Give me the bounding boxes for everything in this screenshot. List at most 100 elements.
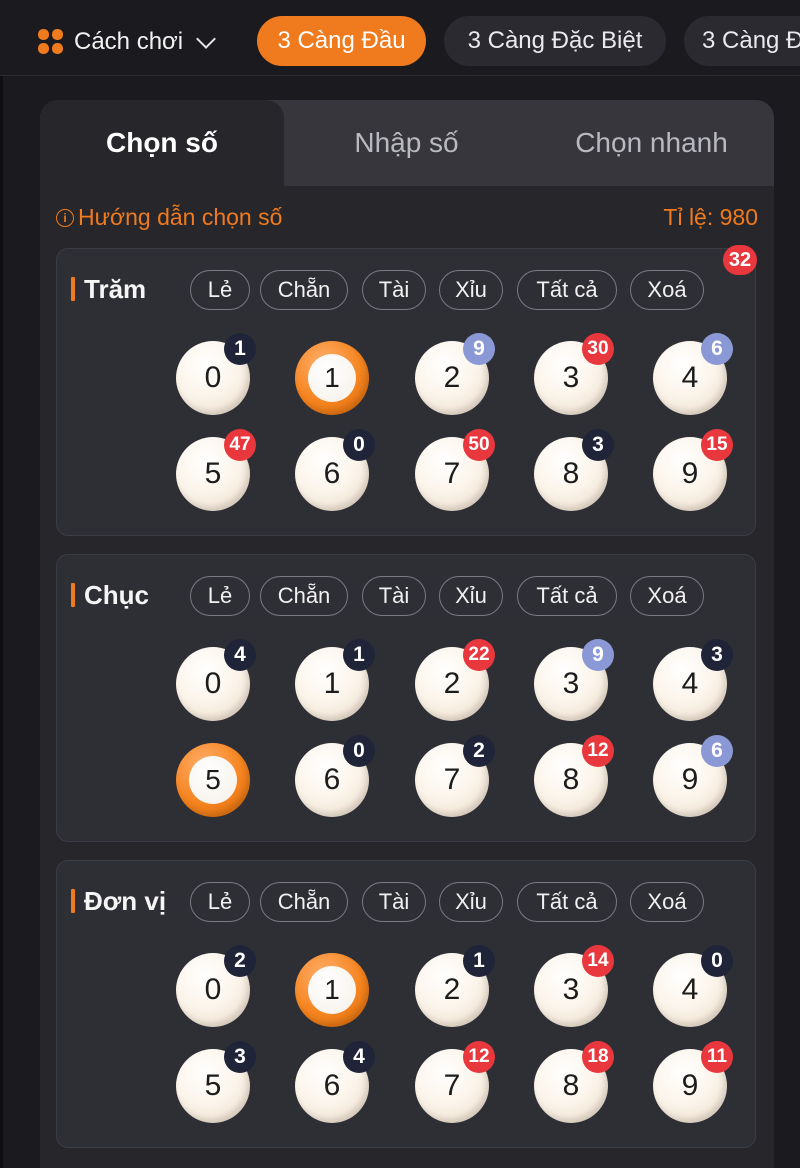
number-ball[interactable]: 5 47 bbox=[176, 429, 256, 511]
number-ball[interactable]: 43 bbox=[653, 639, 733, 721]
ball-number: 1 bbox=[323, 667, 341, 700]
section-title: Trăm bbox=[71, 274, 146, 304]
filter-button[interactable]: Lẻ bbox=[190, 270, 250, 310]
ball-count-badge: 50 bbox=[463, 429, 495, 461]
filter-button[interactable]: Xoá bbox=[630, 270, 704, 310]
filter-button[interactable]: Tất cả bbox=[517, 270, 617, 310]
number-ball[interactable]: 46 bbox=[653, 333, 733, 415]
ball-count-badge: 6 bbox=[701, 735, 733, 767]
how-to-play-label: Cách chơi bbox=[74, 28, 184, 55]
ball-number: 6 bbox=[323, 457, 341, 490]
game-tab-3-cang-dau[interactable]: 3 Càng Đầu bbox=[257, 16, 426, 66]
rate-value: 980 bbox=[719, 204, 758, 230]
ball-count-badge: 11 bbox=[701, 1041, 733, 1073]
filter-button[interactable]: Tất cả bbox=[517, 882, 617, 922]
filter-button[interactable]: Xoá bbox=[630, 882, 704, 922]
number-ball[interactable]: 60 bbox=[295, 429, 375, 511]
number-ball[interactable]: 7 12 bbox=[415, 1041, 495, 1123]
ball-number: 3 bbox=[562, 667, 580, 700]
number-ball[interactable]: 1 bbox=[295, 953, 369, 1027]
game-tab-3-cang-next[interactable]: 3 Càng Đ bbox=[684, 16, 800, 66]
section-title: Chục bbox=[71, 580, 149, 610]
ball-number: 3 bbox=[562, 973, 580, 1006]
number-ball[interactable]: 21 bbox=[415, 945, 495, 1027]
tab-nhap-so[interactable]: Nhập số bbox=[284, 100, 529, 186]
number-guide-link[interactable]: i Hướng dẫn chọn số bbox=[56, 204, 282, 231]
filter-button[interactable]: Chẵn bbox=[260, 270, 348, 310]
number-ball[interactable]: 64 bbox=[295, 1041, 375, 1123]
filter-button[interactable]: Chẵn bbox=[260, 882, 348, 922]
ball-count-badge: 9 bbox=[463, 333, 495, 365]
number-ball[interactable]: 3 14 bbox=[534, 945, 614, 1027]
ball-count-badge: 0 bbox=[343, 735, 375, 767]
game-tab-3-cang-dac-biet[interactable]: 3 Càng Đặc Biệt bbox=[444, 16, 666, 66]
ball-number: 5 bbox=[189, 756, 237, 804]
number-ball[interactable]: 40 bbox=[653, 945, 733, 1027]
number-ball[interactable]: 29 bbox=[415, 333, 495, 415]
ball-number: 5 bbox=[204, 1069, 222, 1102]
ball-number: 6 bbox=[323, 1069, 341, 1102]
number-ball[interactable]: 7 50 bbox=[415, 429, 495, 511]
ball-number: 4 bbox=[681, 361, 699, 394]
number-ball[interactable]: 60 bbox=[295, 735, 375, 817]
ball-count-badge: 1 bbox=[463, 945, 495, 977]
ball-number: 2 bbox=[443, 973, 461, 1006]
number-ball[interactable]: 8 18 bbox=[534, 1041, 614, 1123]
number-ball[interactable]: 9 11 bbox=[653, 1041, 733, 1123]
tab-chon-so[interactable]: Chọn số bbox=[40, 100, 284, 186]
filter-button[interactable]: Lẻ bbox=[190, 576, 250, 616]
filter-button[interactable]: Xoá bbox=[630, 576, 704, 616]
number-ball[interactable]: 04 bbox=[176, 639, 256, 721]
ball-number: 1 bbox=[308, 966, 356, 1014]
filter-button[interactable]: Tài bbox=[362, 270, 426, 310]
ball-count-badge: 0 bbox=[343, 429, 375, 461]
ball-number: 7 bbox=[443, 763, 461, 796]
ball-number: 4 bbox=[681, 973, 699, 1006]
number-ball[interactable]: 01 bbox=[176, 333, 256, 415]
number-ball[interactable]: 72 bbox=[415, 735, 495, 817]
number-ball[interactable]: 3 30 bbox=[534, 333, 614, 415]
number-ball[interactable]: 5 bbox=[176, 743, 250, 817]
ball-number: 8 bbox=[562, 763, 580, 796]
number-ball[interactable]: 9 15 bbox=[653, 429, 733, 511]
chevron-down-icon bbox=[196, 29, 217, 49]
ball-number: 9 bbox=[681, 763, 699, 796]
number-ball[interactable]: 8 12 bbox=[534, 735, 614, 817]
ball-count-badge: 6 bbox=[701, 333, 733, 365]
section-tram: Trăm Lẻ Chẵn Tài Xỉu Tất cả Xoá 32 0 1 1 2 9 3 30 4 6 5 47… bbox=[56, 245, 757, 536]
filter-button[interactable]: Chẵn bbox=[260, 576, 348, 616]
number-ball[interactable]: 96 bbox=[653, 735, 733, 817]
filter-button[interactable]: Tất cả bbox=[517, 576, 617, 616]
filter-button[interactable]: Tài bbox=[362, 882, 426, 922]
number-ball[interactable]: 39 bbox=[534, 639, 614, 721]
ball-count-badge: 1 bbox=[343, 639, 375, 671]
section-chuc: Chục Lẻ Chẵn Tài Xỉu Tất cả Xoá 0 4 1 1 2 22 3 9 4 3 5 6 0 7… bbox=[56, 554, 756, 842]
bet-panel: Chọn số Nhập số Chọn nhanh i Hướng dẫn c… bbox=[40, 100, 774, 1168]
guide-label: Hướng dẫn chọn số bbox=[78, 204, 283, 230]
number-ball[interactable]: 83 bbox=[534, 429, 614, 511]
filter-button[interactable]: Lẻ bbox=[190, 882, 250, 922]
ball-number: 6 bbox=[323, 763, 341, 796]
ball-number: 7 bbox=[443, 457, 461, 490]
ball-number: 2 bbox=[443, 361, 461, 394]
number-ball[interactable]: 53 bbox=[176, 1041, 256, 1123]
ball-count-badge: 12 bbox=[463, 1041, 495, 1073]
number-ball[interactable]: 11 bbox=[295, 639, 375, 721]
filter-button[interactable]: Xỉu bbox=[439, 882, 503, 922]
number-ball[interactable]: 1 bbox=[295, 341, 369, 415]
ball-number: 7 bbox=[443, 1069, 461, 1102]
filter-button[interactable]: Xỉu bbox=[439, 270, 503, 310]
ball-count-badge: 30 bbox=[582, 333, 614, 365]
selection-count-badge: 32 bbox=[723, 245, 757, 275]
ball-number: 0 bbox=[204, 361, 222, 394]
ball-count-badge: 2 bbox=[463, 735, 495, 767]
ball-number: 4 bbox=[681, 667, 699, 700]
tab-chon-nhanh[interactable]: Chọn nhanh bbox=[529, 100, 774, 186]
how-to-play-button[interactable]: Cách chơi bbox=[38, 24, 217, 60]
ball-count-badge: 9 bbox=[582, 639, 614, 671]
filter-button[interactable]: Tài bbox=[362, 576, 426, 616]
filter-button[interactable]: Xỉu bbox=[439, 576, 503, 616]
ball-number: 3 bbox=[562, 361, 580, 394]
number-ball[interactable]: 2 22 bbox=[415, 639, 495, 721]
number-ball[interactable]: 02 bbox=[176, 945, 256, 1027]
